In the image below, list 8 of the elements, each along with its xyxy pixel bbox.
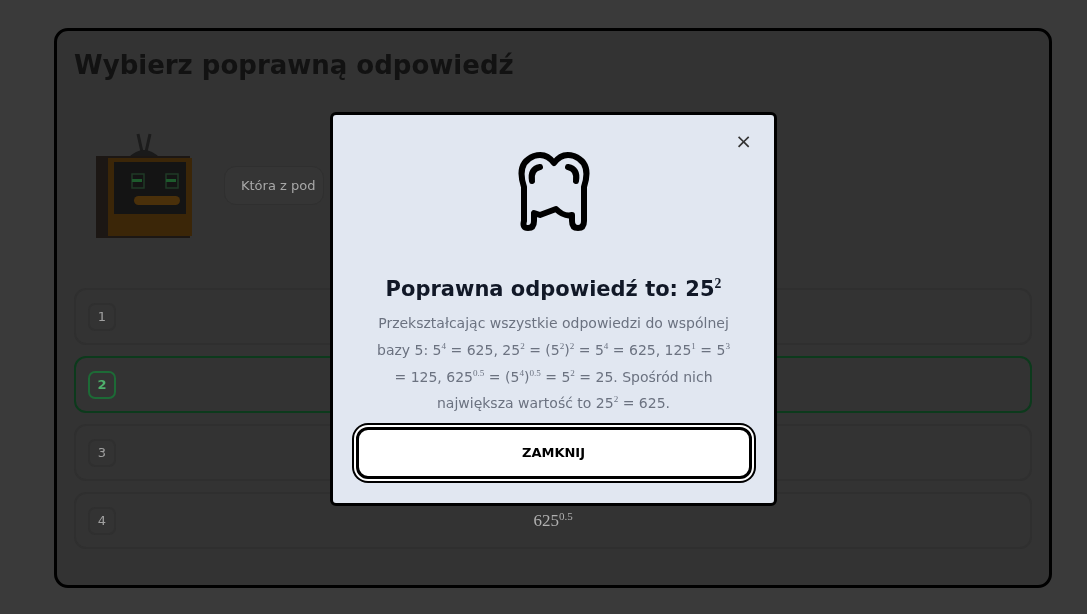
option-number: 4 xyxy=(88,506,116,535)
dialog-heading: Poprawna odpowiedź to: 25$^{2}$ xyxy=(385,275,722,303)
option-text: 625$^{0.5}$ xyxy=(533,510,573,531)
option-number: 2 xyxy=(88,370,116,399)
option-number: 1 xyxy=(88,302,116,331)
option-number: 3 xyxy=(88,438,116,467)
speech-bubble: Która z pod xyxy=(224,165,325,205)
explanation-text: Przekształcając wszystkie odpowiedzi do wspólnej bazy 5: 5$^{4}$ = 625, 25$^{2}$ = (5$^{2}$)$^{2}$ = 5$^{4}$ = 625, 125$^{1}$ = 5$^{3}$ = 125, 625$^{0.5}$ = (5$^{4}$)$^{0.5}$ = 5$^{2}$ = 25. Spośród nich największa wartość to 25$^{2}$ = 625. xyxy=(376,314,731,413)
